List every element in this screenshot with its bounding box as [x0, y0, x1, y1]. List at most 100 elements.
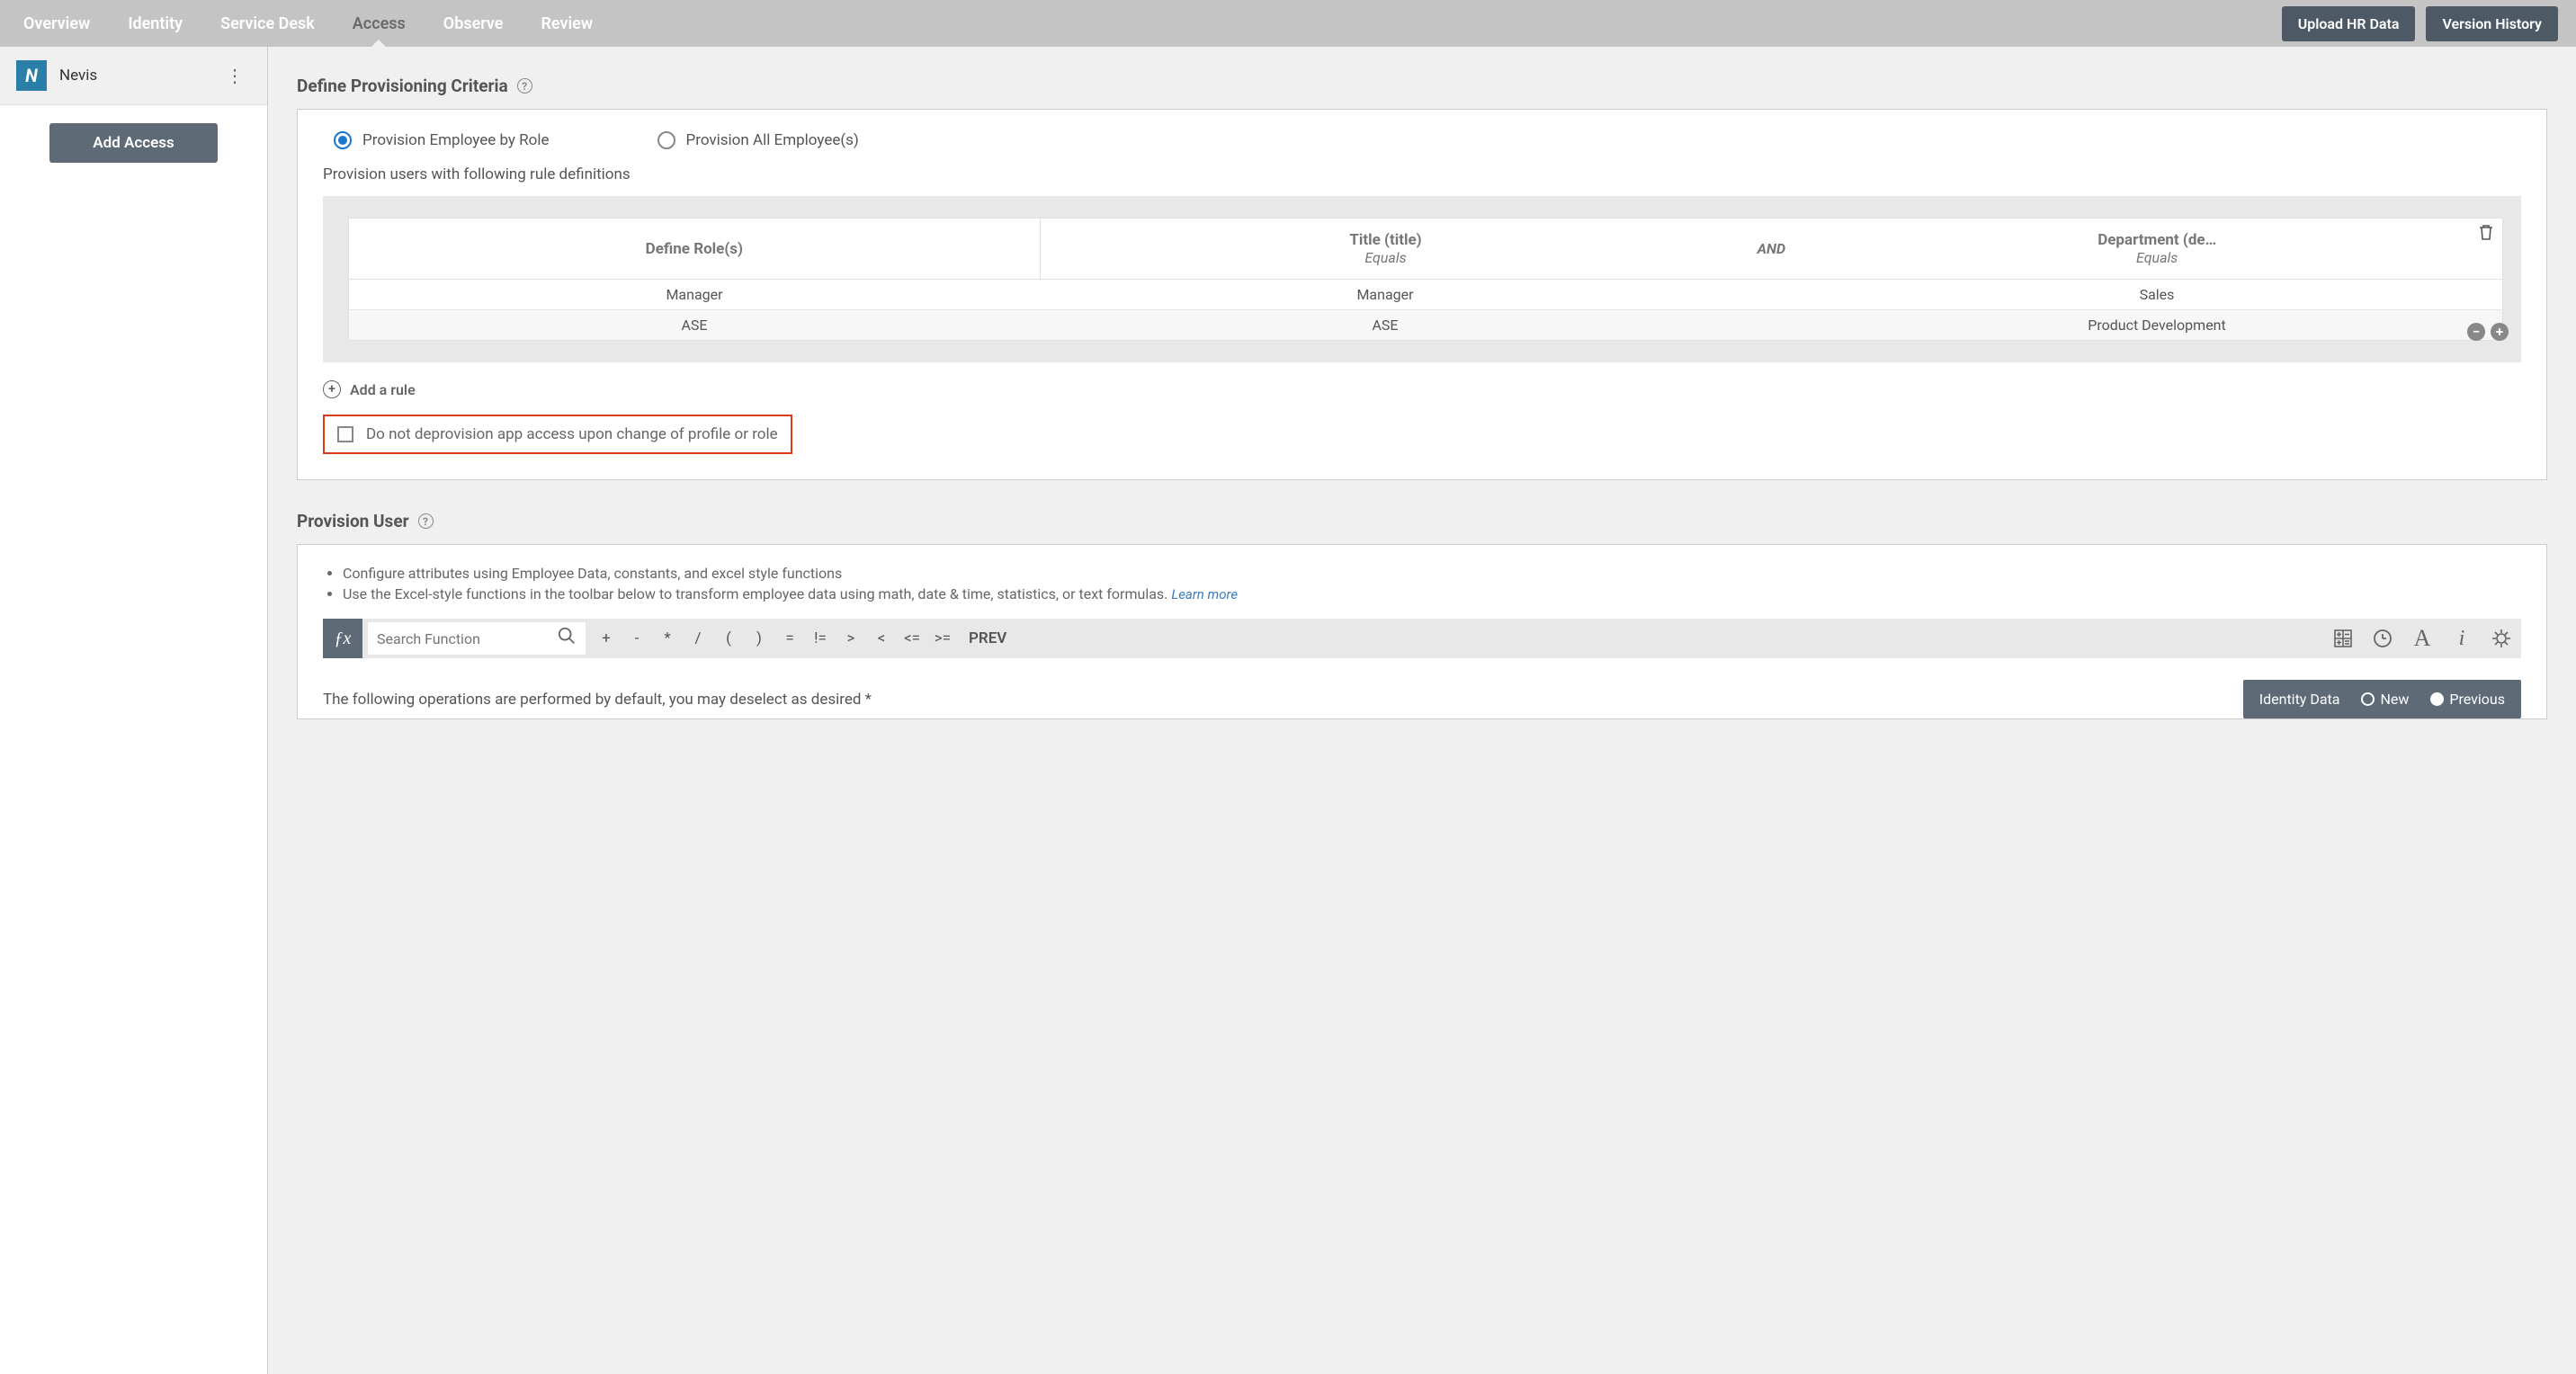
learn-more-link[interactable]: Learn more — [1171, 586, 1238, 602]
cell-and — [1731, 280, 1811, 309]
cell-dept: Sales — [1811, 280, 2502, 309]
sidebar-app-row[interactable]: N Nevis ⋮ — [0, 47, 267, 105]
table-row[interactable]: Manager Manager Sales — [349, 280, 2502, 310]
trash-icon — [2478, 223, 2494, 241]
provision-section-title: Provision User ? — [297, 511, 2547, 531]
op-minus[interactable]: - — [622, 619, 652, 658]
header-col1-text: Define Role(s) — [646, 240, 743, 258]
op-plus[interactable]: + — [591, 619, 622, 658]
search-function-input[interactable] — [377, 630, 557, 647]
main-content: Define Provisioning Criteria ? Provision… — [268, 47, 2576, 1374]
op-lt[interactable]: < — [866, 619, 897, 658]
op-rparen[interactable]: ) — [744, 619, 774, 658]
cell-title: Manager — [1040, 280, 1731, 309]
help-icon[interactable]: ? — [517, 78, 532, 94]
op-lparen[interactable]: ( — [713, 619, 744, 658]
tab-review[interactable]: Review — [535, 0, 598, 47]
radio-unchecked-icon — [657, 131, 675, 149]
sidebar: N Nevis ⋮ Add Access — [0, 47, 268, 1374]
text-category-icon[interactable]: A — [2402, 619, 2442, 658]
add-row-button[interactable]: + — [2491, 323, 2509, 341]
header-define-roles: Define Role(s) — [349, 219, 1041, 279]
nav-tabs: Overview Identity Service Desk Access Ob… — [18, 0, 598, 47]
cell-role: Manager — [349, 280, 1040, 309]
cell-and — [1731, 310, 1811, 340]
cell-dept: Product Development — [1811, 310, 2502, 340]
prev-button[interactable]: PREV — [958, 619, 1017, 658]
tab-service-desk[interactable]: Service Desk — [215, 0, 320, 47]
header-department: Department (de… Equals — [1811, 219, 2502, 279]
rule-table-body: Manager Manager Sales ASE ASE Product De… — [348, 280, 2503, 341]
add-rule-button[interactable]: + Add a rule — [323, 380, 2521, 398]
radio-provision-by-role[interactable]: Provision Employee by Role — [334, 131, 550, 149]
add-rule-label: Add a rule — [350, 381, 416, 398]
upload-hr-data-button[interactable]: Upload HR Data — [2282, 6, 2416, 41]
header-col3-top: Department (de… — [1817, 231, 2497, 249]
provision-title-text: Provision User — [297, 511, 409, 531]
radio-all-label: Provision All Employee(s) — [686, 131, 859, 149]
op-multiply[interactable]: * — [652, 619, 683, 658]
criteria-title-text: Define Provisioning Criteria — [297, 76, 508, 96]
app-logo-icon: N — [16, 60, 47, 91]
tab-observe[interactable]: Observe — [438, 0, 509, 47]
header-col2-top: Title (title) — [1046, 231, 1726, 249]
op-eq[interactable]: = — [774, 619, 805, 658]
op-divide[interactable]: / — [683, 619, 713, 658]
identity-new-radio[interactable]: New — [2361, 691, 2409, 708]
help-icon[interactable]: ? — [418, 513, 434, 529]
radio-provision-all[interactable]: Provision All Employee(s) — [657, 131, 859, 149]
math-category-icon[interactable] — [2323, 619, 2363, 658]
identity-data-bar: Identity Data New Previous — [2243, 680, 2521, 718]
radio-checked-icon — [2430, 692, 2444, 706]
header-col3-sub: Equals — [1817, 249, 2497, 266]
radio-checked-icon — [334, 131, 352, 149]
identity-previous-radio[interactable]: Previous — [2430, 691, 2505, 708]
criteria-box: Provision Employee by Role Provision All… — [297, 109, 2547, 480]
radio-unchecked-icon — [2361, 692, 2375, 706]
header-col2-sub: Equals — [1046, 249, 1726, 266]
app-name: Nevis — [59, 67, 97, 85]
op-lte[interactable]: <= — [897, 619, 927, 658]
provision-box: Configure attributes using Employee Data… — [297, 544, 2547, 719]
op-gt[interactable]: > — [836, 619, 866, 658]
stats-category-icon[interactable]: i — [2442, 619, 2482, 658]
cell-title: ASE — [1040, 310, 1731, 340]
search-icon[interactable] — [557, 626, 577, 651]
rule-definition-block: − + Define Role(s) Title (title) Equals … — [323, 196, 2521, 362]
op-gte[interactable]: >= — [927, 619, 958, 658]
op-neq[interactable]: != — [805, 619, 836, 658]
rule-caption: Provision users with following rule defi… — [323, 165, 2521, 183]
fx-icon[interactable]: ƒx — [323, 619, 362, 658]
misc-category-icon[interactable] — [2482, 619, 2521, 658]
add-access-button[interactable]: Add Access — [49, 123, 217, 163]
tab-access[interactable]: Access — [347, 0, 411, 47]
table-row[interactable]: ASE ASE Product Development — [349, 310, 2502, 340]
top-nav: Overview Identity Service Desk Access Ob… — [0, 0, 2576, 47]
remove-row-button[interactable]: − — [2467, 323, 2485, 341]
datetime-category-icon[interactable] — [2363, 619, 2402, 658]
bullet-2-text: Use the Excel-style functions in the too… — [343, 585, 1167, 602]
header-and: AND — [1731, 219, 1811, 279]
provision-footer-row: The following operations are performed b… — [323, 680, 2521, 718]
footer-text: The following operations are performed b… — [323, 691, 872, 709]
tab-overview[interactable]: Overview — [18, 0, 95, 47]
rule-table-header: Define Role(s) Title (title) Equals AND … — [348, 218, 2503, 280]
bullet-2: Use the Excel-style functions in the too… — [343, 585, 2521, 602]
function-search-wrap — [368, 622, 586, 655]
deprovision-checkbox-row[interactable]: Do not deprovision app access upon chang… — [323, 415, 792, 454]
delete-rule-button[interactable] — [2478, 223, 2494, 245]
deprovision-label: Do not deprovision app access upon chang… — [366, 425, 778, 443]
checkbox-unchecked-icon — [337, 426, 353, 442]
bullet-1: Configure attributes using Employee Data… — [343, 565, 2521, 582]
tab-identity[interactable]: Identity — [122, 0, 188, 47]
cell-role: ASE — [349, 310, 1040, 340]
more-menu-button[interactable]: ⋮ — [219, 59, 251, 92]
identity-previous-label: Previous — [2449, 691, 2505, 708]
identity-data-label: Identity Data — [2259, 691, 2340, 708]
version-history-button[interactable]: Version History — [2426, 6, 2558, 41]
criteria-section-title: Define Provisioning Criteria ? — [297, 76, 2547, 96]
provision-bullets: Configure attributes using Employee Data… — [323, 565, 2521, 602]
nav-actions: Upload HR Data Version History — [2282, 6, 2558, 41]
identity-new-label: New — [2380, 691, 2409, 708]
function-toolbar: ƒx + - * / ( ) = != > < <= >= PR — [323, 619, 2521, 658]
